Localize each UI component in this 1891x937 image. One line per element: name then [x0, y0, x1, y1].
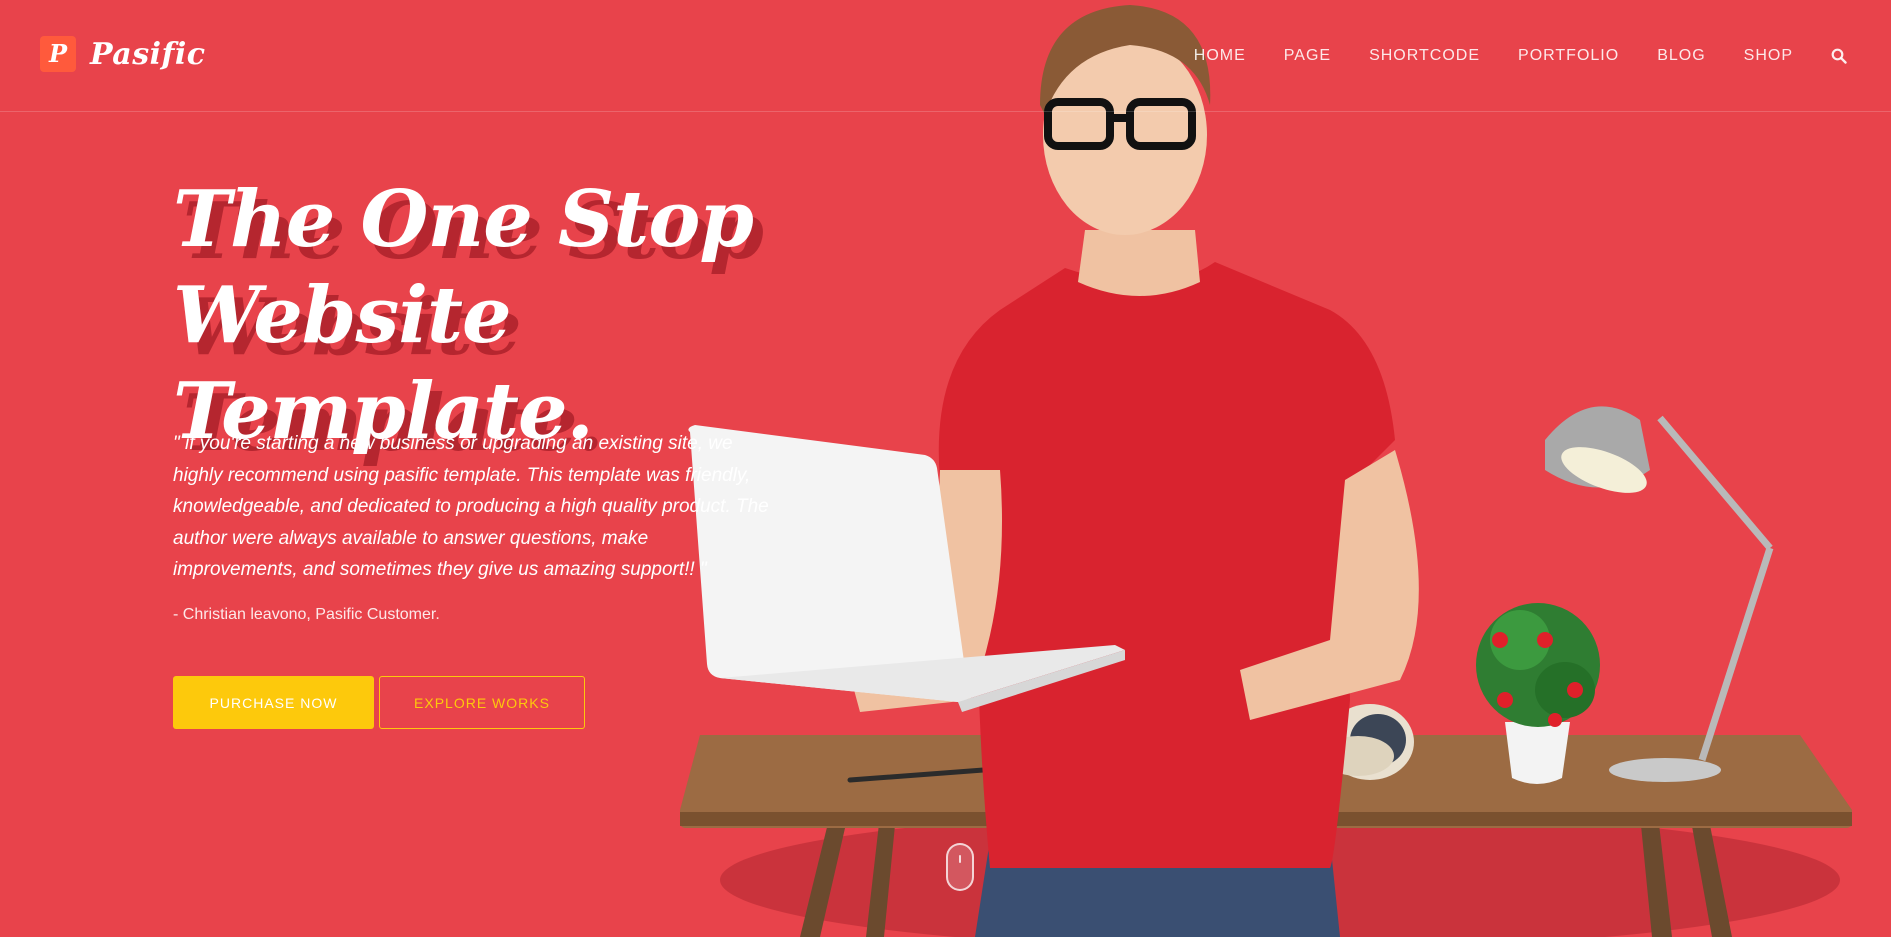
person-shirt: [938, 262, 1395, 868]
nav-shop[interactable]: SHOP: [1744, 47, 1793, 65]
scroll-down-icon[interactable]: [946, 843, 974, 891]
hero-headline: The One Stop Website Template.: [173, 172, 873, 460]
nav-home[interactable]: HOME: [1194, 47, 1246, 65]
person-neck: [1078, 230, 1200, 296]
purchase-now-button[interactable]: PURCHASE NOW: [173, 676, 374, 729]
logo[interactable]: P Pasific: [40, 36, 206, 72]
explore-works-button[interactable]: EXPLORE WORKS: [379, 676, 585, 729]
logo-mark: P: [40, 36, 76, 72]
hero-quote: " if you're starting a new business or u…: [173, 433, 769, 580]
nav-portfolio[interactable]: PORTFOLIO: [1518, 47, 1619, 65]
main-nav: HOME PAGE SHORTCODE PORTFOLIO BLOG SHOP: [1194, 0, 1891, 111]
nav-page[interactable]: PAGE: [1284, 47, 1331, 65]
search-icon[interactable]: [1831, 48, 1847, 64]
nav-blog[interactable]: BLOG: [1657, 47, 1705, 65]
logo-text: Pasific: [90, 36, 206, 72]
desk-lamp: [1545, 406, 1774, 782]
site-header: P Pasific HOME PAGE SHORTCODE PORTFOLIO …: [0, 0, 1891, 112]
hero-attribution: - Christian leavono, Pasific Customer.: [173, 606, 440, 623]
hero-headline-line1: The One Stop: [173, 174, 754, 265]
nav-shortcode[interactable]: SHORTCODE: [1369, 47, 1480, 65]
